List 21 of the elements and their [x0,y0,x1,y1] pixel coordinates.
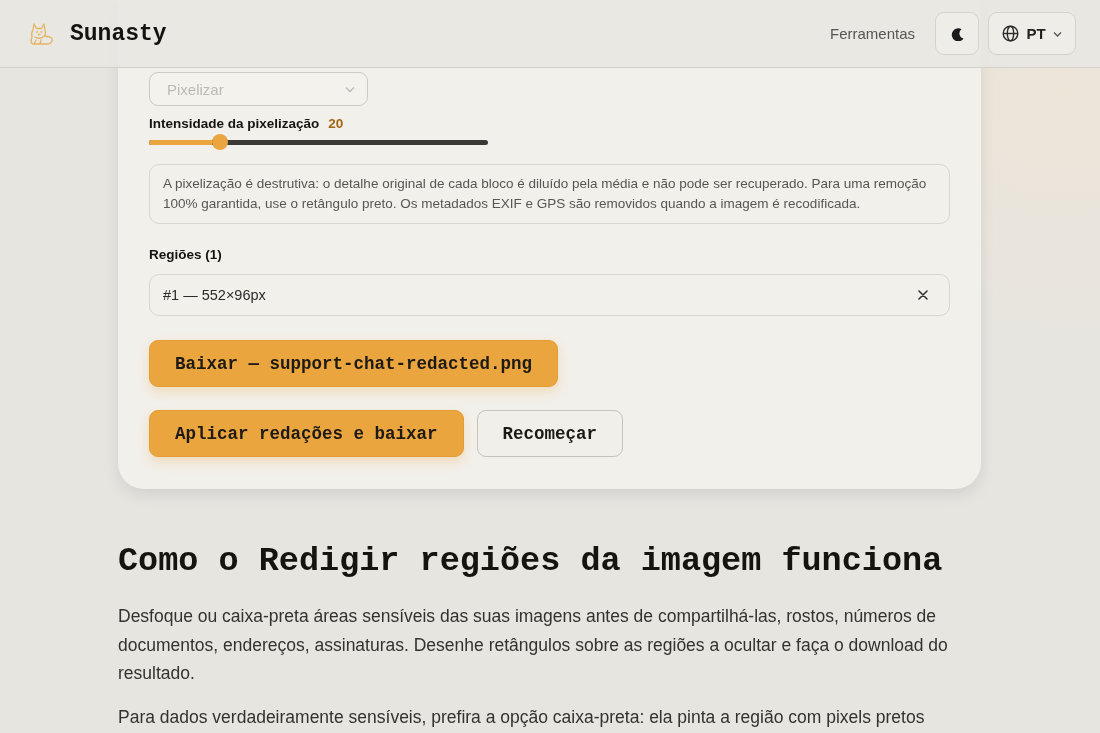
moon-icon [950,26,964,41]
caret-icon [1052,30,1062,37]
caret-icon [345,85,355,93]
theme-toggle-button[interactable] [935,12,979,55]
article-heading: Como o Redigir regiões da imagem funciona [118,541,944,581]
brand-name: Sunasty [70,20,167,47]
slider-value: 20 [328,115,344,131]
regions-heading: Regiões (1) [149,246,223,264]
restart-button[interactable]: Recomeçar [476,410,624,457]
article-paragraph: Desfoque ou caixa-preta áreas sensíveis das suas imagens antes de compartilhá-las, rostos, números de documentos, endereços, assinaturas. Desenhe retângulos sobre as regiões a ocultar e faça o download do resultado. [118,605,949,685]
nav-link[interactable]: Ferramentas [829,25,915,42]
slider-label: Intensidade da pixelização [149,115,320,131]
globe-icon [1002,25,1020,42]
notice-text: A pixelização é destrutiva: o detalhe original de cada bloco é diluído pela média e não pode ser recuperado. Para uma remoção 100% garantida, use o retângulo preto. Os metadados EXIF e GPS são removidos quando a imagem é recodificada. [149,164,950,224]
download-button[interactable]: Baixar — support-chat-redacted.png [149,340,559,387]
region-label: #1 — 552×96px [163,287,266,303]
article-paragraph: Para dados verdadeiramente sensíveis, prefira a opção caixa-preta: ela pinta a região com pixels pretos [118,705,926,729]
close-icon [918,290,928,300]
slider-thumb[interactable] [212,134,229,150]
apply-button[interactable]: Aplicar redações e baixar [149,410,464,457]
language-button[interactable]: PT [988,12,1076,55]
